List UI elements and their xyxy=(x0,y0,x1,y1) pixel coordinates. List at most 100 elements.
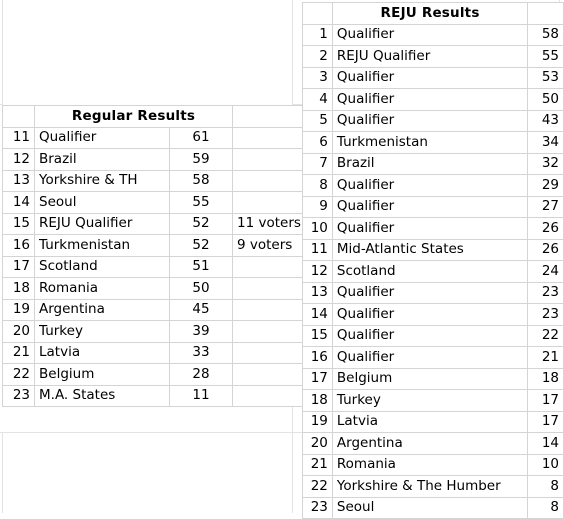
table-row[interactable]: 13 Yorkshire & TH 58 xyxy=(2,169,306,192)
row-score-cell[interactable]: 27 xyxy=(527,195,564,218)
table-row[interactable]: 21 Latvia 33 xyxy=(2,341,306,364)
row-note-cell[interactable]: 9 voters xyxy=(232,234,306,257)
row-note-cell[interactable] xyxy=(232,126,306,149)
row-rank-cell[interactable]: 22 xyxy=(302,475,333,498)
row-name-cell[interactable]: Qualifier xyxy=(331,174,529,197)
table-row[interactable]: 15 REJU Qualifier 52 11 voters xyxy=(2,212,306,235)
row-rank-cell[interactable]: 16 xyxy=(302,346,333,369)
row-rank-cell[interactable]: 20 xyxy=(2,320,35,343)
row-rank-cell[interactable]: 19 xyxy=(302,410,333,433)
row-rank-cell[interactable]: 8 xyxy=(302,174,333,197)
row-rank-cell[interactable]: 7 xyxy=(302,152,333,175)
row-name-cell[interactable]: Qualifier xyxy=(331,217,529,240)
row-name-cell[interactable]: Yorkshire & The Humber xyxy=(331,475,529,498)
row-rank-cell[interactable]: 5 xyxy=(302,109,333,132)
row-note-cell[interactable] xyxy=(232,298,306,321)
table-row[interactable]: 17 Belgium 18 xyxy=(302,367,564,390)
row-score-cell[interactable]: 29 xyxy=(527,174,564,197)
row-name-cell[interactable]: Mid-Atlantic States xyxy=(331,238,529,261)
row-score-cell[interactable]: 51 xyxy=(169,255,233,278)
row-name-cell[interactable]: Qualifier xyxy=(331,109,529,132)
row-rank-cell[interactable]: 18 xyxy=(2,277,35,300)
row-name-cell[interactable]: Argentina xyxy=(34,298,170,321)
row-rank-cell[interactable]: 21 xyxy=(2,341,35,364)
row-score-cell[interactable]: 23 xyxy=(527,281,564,304)
row-rank-cell[interactable]: 20 xyxy=(302,432,333,455)
row-name-cell[interactable]: Turkmenistan xyxy=(331,131,529,154)
row-name-cell[interactable]: Seoul xyxy=(331,496,529,519)
row-score-cell[interactable]: 17 xyxy=(527,410,564,433)
table-row[interactable]: 17 Scotland 51 xyxy=(2,255,306,278)
row-rank-cell[interactable]: 3 xyxy=(302,66,333,89)
row-score-cell[interactable]: 28 xyxy=(169,363,233,386)
table-row[interactable]: 15 Qualifier 22 xyxy=(302,324,564,347)
table-row[interactable]: 4 Qualifier 50 xyxy=(302,88,564,111)
row-rank-cell[interactable]: 13 xyxy=(2,169,35,192)
row-name-cell[interactable]: Qualifier xyxy=(331,324,529,347)
table-row[interactable]: 18 Romania 50 xyxy=(2,277,306,300)
table-row[interactable]: 14 Qualifier 23 xyxy=(302,303,564,326)
row-score-cell[interactable]: 39 xyxy=(169,320,233,343)
row-note-cell[interactable] xyxy=(232,277,306,300)
row-name-cell[interactable]: Scotland xyxy=(34,255,170,278)
table-row[interactable]: 20 Argentina 14 xyxy=(302,432,564,455)
row-rank-cell[interactable]: 15 xyxy=(302,324,333,347)
row-note-cell[interactable] xyxy=(232,148,306,171)
row-rank-cell[interactable]: 11 xyxy=(302,238,333,261)
row-rank-cell[interactable]: 21 xyxy=(302,453,333,476)
row-rank-cell[interactable]: 23 xyxy=(2,384,35,407)
table-row[interactable]: 20 Turkey 39 xyxy=(2,320,306,343)
row-name-cell[interactable]: Scotland xyxy=(331,260,529,283)
table-row[interactable]: 3 Qualifier 53 xyxy=(302,66,564,89)
row-note-cell[interactable] xyxy=(232,320,306,343)
row-score-cell[interactable]: 24 xyxy=(527,260,564,283)
row-name-cell[interactable]: Yorkshire & TH xyxy=(34,169,170,192)
row-score-cell[interactable]: 33 xyxy=(169,341,233,364)
row-score-cell[interactable]: 26 xyxy=(527,238,564,261)
row-rank-cell[interactable]: 9 xyxy=(302,195,333,218)
table-row[interactable]: 2 REJU Qualifier 55 xyxy=(302,45,564,68)
row-score-cell[interactable]: 55 xyxy=(169,191,233,214)
row-score-cell[interactable]: 61 xyxy=(169,126,233,149)
table-row[interactable]: 18 Turkey 17 xyxy=(302,389,564,412)
row-rank-cell[interactable]: 23 xyxy=(302,496,333,519)
row-rank-cell[interactable]: 1 xyxy=(302,23,333,46)
row-name-cell[interactable]: Romania xyxy=(331,453,529,476)
row-score-cell[interactable]: 22 xyxy=(527,324,564,347)
row-score-cell[interactable]: 18 xyxy=(527,367,564,390)
table-row[interactable]: 11 Mid-Atlantic States 26 xyxy=(302,238,564,261)
row-score-cell[interactable]: 50 xyxy=(169,277,233,300)
row-name-cell[interactable]: Romania xyxy=(34,277,170,300)
row-score-cell[interactable]: 34 xyxy=(527,131,564,154)
table-row[interactable]: 22 Belgium 28 xyxy=(2,363,306,386)
row-note-cell[interactable]: 11 voters xyxy=(232,212,306,235)
row-score-cell[interactable]: 50 xyxy=(527,88,564,111)
reju-results-table[interactable]: REJU Results 1 Qualifier 58 2 REJU Qualifier… xyxy=(302,2,564,519)
row-note-cell[interactable] xyxy=(232,169,306,192)
table-row[interactable]: 8 Qualifier 29 xyxy=(302,174,564,197)
row-note-cell[interactable] xyxy=(232,191,306,214)
row-name-cell[interactable]: Seoul xyxy=(34,191,170,214)
row-note-cell[interactable] xyxy=(232,363,306,386)
row-score-cell[interactable]: 58 xyxy=(527,23,564,46)
row-score-cell[interactable]: 55 xyxy=(527,45,564,68)
table-row[interactable]: 23 Seoul 8 xyxy=(302,496,564,519)
table-row[interactable]: 19 Latvia 17 xyxy=(302,410,564,433)
row-score-cell[interactable]: 58 xyxy=(169,169,233,192)
table-row[interactable]: 5 Qualifier 43 xyxy=(302,109,564,132)
row-score-cell[interactable]: 26 xyxy=(527,217,564,240)
row-rank-cell[interactable]: 10 xyxy=(302,217,333,240)
row-name-cell[interactable]: Qualifier xyxy=(331,23,529,46)
row-score-cell[interactable]: 8 xyxy=(527,475,564,498)
row-score-cell[interactable]: 14 xyxy=(527,432,564,455)
row-name-cell[interactable]: Belgium xyxy=(331,367,529,390)
row-rank-cell[interactable]: 15 xyxy=(2,212,35,235)
row-name-cell[interactable]: REJU Qualifier xyxy=(34,212,170,235)
table-row[interactable]: 6 Turkmenistan 34 xyxy=(302,131,564,154)
row-name-cell[interactable]: Qualifier xyxy=(331,281,529,304)
row-name-cell[interactable]: REJU Qualifier xyxy=(331,45,529,68)
row-score-cell[interactable]: 17 xyxy=(527,389,564,412)
table-row[interactable]: 14 Seoul 55 xyxy=(2,191,306,214)
row-rank-cell[interactable]: 12 xyxy=(2,148,35,171)
row-score-cell[interactable]: 43 xyxy=(527,109,564,132)
